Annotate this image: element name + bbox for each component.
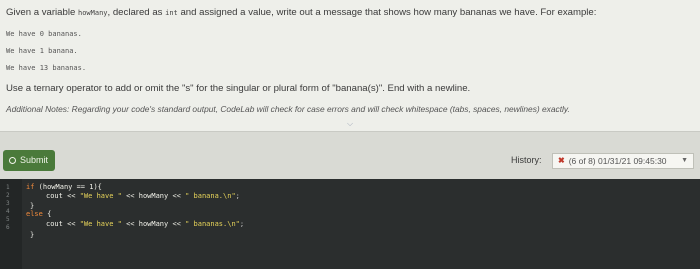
- code-text: ;: [235, 192, 240, 200]
- prompt-line-2: Use a ternary operator to add or omit th…: [6, 83, 471, 94]
- code-string: "We have ": [79, 192, 122, 200]
- line-number: 4: [6, 208, 10, 215]
- line-number: 3: [6, 200, 10, 207]
- sample-output: We have 0 bananas.: [6, 30, 82, 38]
- code-text: (howMany == 1){: [34, 183, 102, 191]
- prompt-text: Given a variable: [6, 7, 78, 18]
- chevron-down-icon[interactable]: ⌵: [345, 120, 355, 128]
- sample-output: We have 13 bananas.: [6, 64, 87, 72]
- sample-output: We have 1 banana.: [6, 47, 78, 55]
- dropdown-caret-icon: ▼: [681, 157, 688, 164]
- code-string: " banana.\n": [185, 192, 236, 200]
- history-label: History:: [511, 155, 542, 165]
- line-number: 6: [6, 224, 10, 231]
- prompt-text: , declared as: [107, 7, 166, 18]
- submit-label: Submit: [20, 155, 49, 165]
- code-line-6[interactable]: }: [30, 231, 34, 240]
- line-number: 2: [6, 192, 10, 199]
- code-editor[interactable]: 1 2 3 4 5 6 if (howMany == 1){ cout << "…: [0, 179, 700, 269]
- line-number: 5: [6, 216, 10, 223]
- code-line-2[interactable]: cout << "We have " << howMany << " banan…: [46, 192, 240, 201]
- code-keyword: else: [26, 210, 43, 218]
- x-mark-icon: ✖: [558, 156, 565, 165]
- code-line-5[interactable]: cout << "We have " << howMany << " banan…: [46, 220, 244, 229]
- type-name: int: [165, 9, 178, 17]
- history-select[interactable]: ✖ (6 of 8) 01/31/21 09:45:30 ▼: [552, 153, 694, 169]
- variable-name: howMany: [78, 9, 108, 17]
- prompt-line-1: Given a variable howMany, declared as in…: [6, 6, 692, 20]
- code-line-4[interactable]: else {: [26, 210, 51, 219]
- circle-icon: [9, 157, 16, 164]
- code-string: " bananas.\n": [185, 220, 240, 228]
- problem-prompt: Given a variable howMany, declared as in…: [0, 0, 700, 132]
- code-text: {: [42, 210, 52, 218]
- additional-notes: Additional Notes: Regarding your code's …: [6, 104, 570, 114]
- history-value: (6 of 8) 01/31/21 09:45:30: [568, 156, 667, 166]
- code-string: "We have ": [79, 220, 122, 228]
- line-number: 1: [6, 184, 10, 191]
- code-text: << howMany <<: [121, 192, 186, 200]
- prompt-text: and assigned a value, write out a messag…: [177, 7, 597, 18]
- code-text: cout <<: [46, 192, 80, 200]
- line-gutter: 1 2 3 4 5 6: [0, 179, 22, 269]
- submit-button[interactable]: Submit: [3, 150, 55, 171]
- code-text: << howMany <<: [121, 220, 186, 228]
- code-line-1[interactable]: if (howMany == 1){: [26, 183, 102, 192]
- code-text: ;: [239, 220, 245, 228]
- code-text: cout <<: [46, 220, 80, 228]
